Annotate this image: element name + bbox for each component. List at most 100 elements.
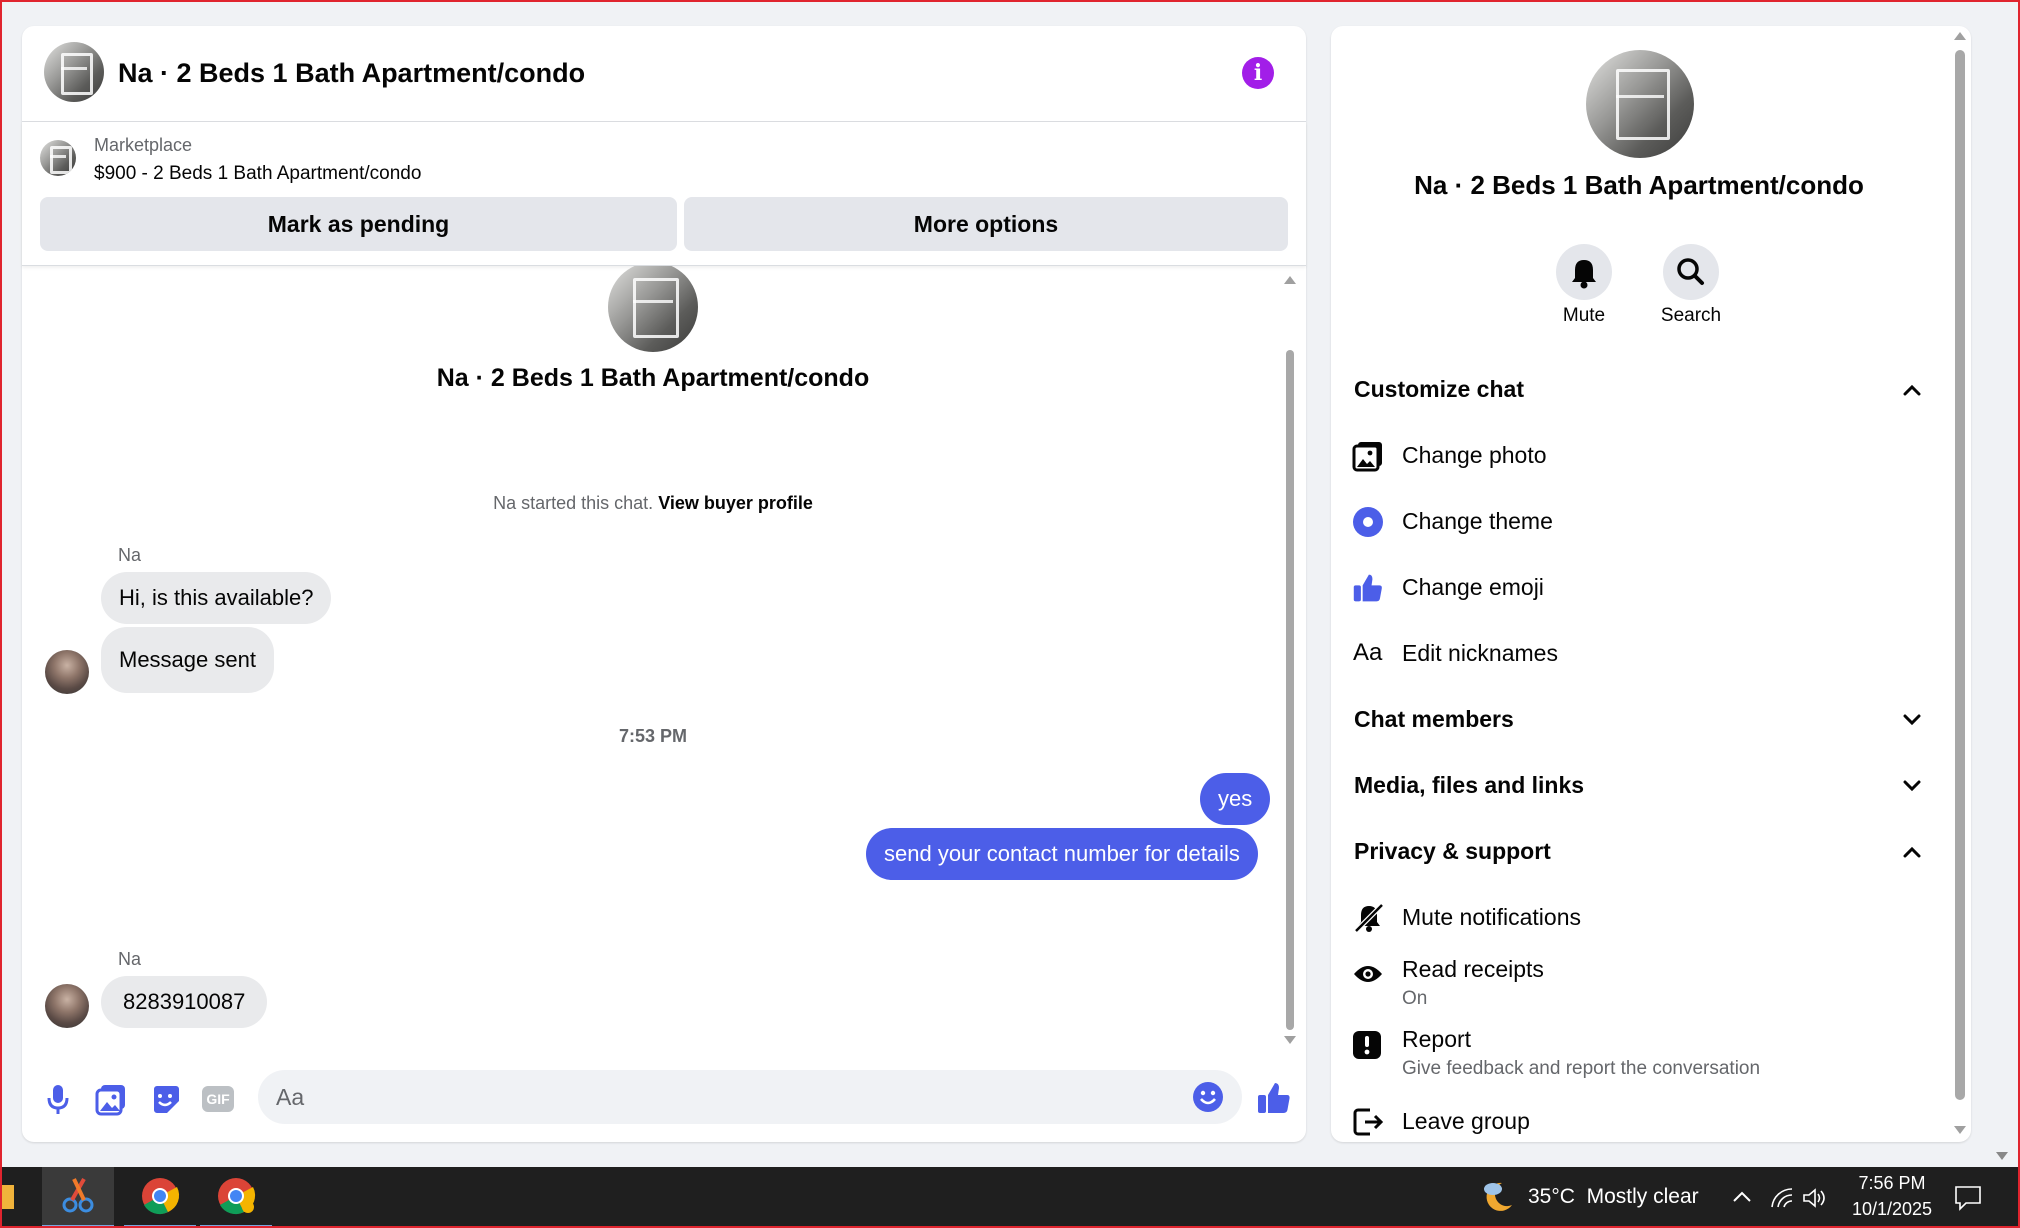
scissors-icon xyxy=(62,1178,94,1213)
chat-scrollbar-thumb[interactable] xyxy=(1286,350,1294,1030)
nickname-icon: Aa xyxy=(1353,639,1383,666)
sidebar-avatar[interactable] xyxy=(1586,50,1694,158)
sidebar-scrollbar[interactable] xyxy=(1952,30,1968,1142)
listing-thumbnail[interactable] xyxy=(40,140,76,176)
chat-start-notice: Na started this chat. View buyer profile xyxy=(22,493,1284,514)
change-photo-label: Change photo xyxy=(1402,442,1547,468)
scroll-down-arrow-icon[interactable] xyxy=(1282,1034,1298,1046)
mute-notifications-item[interactable]: Mute notifications xyxy=(1340,898,1940,938)
message-input[interactable]: Aa xyxy=(258,1070,1242,1124)
chevron-down-icon xyxy=(1903,780,1921,792)
report-item[interactable]: Report Give feedback and report the conv… xyxy=(1340,1022,1940,1086)
message-bubble[interactable]: 8283910087 xyxy=(101,976,268,1028)
chat-profile-avatar[interactable] xyxy=(608,266,698,352)
change-photo-item[interactable]: Change photo xyxy=(1340,436,1940,476)
privacy-support-title: Privacy & support xyxy=(1354,838,1551,864)
mark-as-pending-button[interactable]: Mark as pending xyxy=(40,197,677,251)
report-description: Give feedback and report the conversatio… xyxy=(1402,1058,1761,1079)
mute-button[interactable] xyxy=(1556,244,1612,300)
chat-members-header[interactable]: Chat members xyxy=(1340,700,1940,740)
report-label: Report xyxy=(1402,1026,1472,1052)
like-icon[interactable] xyxy=(1256,1080,1292,1116)
media-files-links-header[interactable]: Media, files and links xyxy=(1340,766,1940,806)
volume-icon[interactable] xyxy=(1802,1187,1828,1209)
clock-date[interactable]: 10/1/2025 xyxy=(1840,1199,1944,1220)
outgoing-message-bubble[interactable]: send your contact number for details xyxy=(866,828,1258,880)
sticker-icon[interactable] xyxy=(148,1082,182,1116)
emoji-icon[interactable] xyxy=(1192,1081,1224,1113)
image-gallery-icon[interactable] xyxy=(94,1082,128,1116)
message-input-placeholder: Aa xyxy=(276,1084,305,1110)
chat-scrollbar[interactable] xyxy=(1282,270,1298,1050)
taskbar-app-chrome-profile[interactable] xyxy=(200,1167,272,1228)
listing-source: Marketplace xyxy=(94,135,193,155)
sidebar-name: Na · 2 Beds 1 Bath Apartment/condo xyxy=(1414,170,1864,200)
more-options-button[interactable]: More options xyxy=(684,197,1288,251)
listing-avatar[interactable] xyxy=(44,42,104,102)
theme-icon xyxy=(1353,507,1383,537)
taskbar-app-snipping-tool[interactable] xyxy=(42,1167,114,1228)
eye-icon xyxy=(1354,966,1382,982)
notification-icon[interactable] xyxy=(1954,1185,1982,1211)
customize-chat-title: Customize chat xyxy=(1354,376,1524,402)
scroll-up-arrow-icon[interactable] xyxy=(1282,274,1298,286)
microphone-icon[interactable] xyxy=(42,1082,74,1116)
network-icon[interactable] xyxy=(1770,1187,1794,1209)
sender-avatar[interactable] xyxy=(45,650,89,694)
composer: GIF Aa xyxy=(22,1060,1306,1142)
bell-icon xyxy=(1572,260,1596,289)
view-buyer-profile-link[interactable]: View buyer profile xyxy=(658,493,813,513)
taskbar-app-chrome[interactable] xyxy=(124,1167,196,1228)
chat-title[interactable]: Na · 2 Beds 1 Bath Apartment/condo xyxy=(118,58,585,89)
leave-group-label: Leave group xyxy=(1402,1108,1530,1134)
gif-icon[interactable]: GIF xyxy=(202,1086,234,1112)
edit-nicknames-label: Edit nicknames xyxy=(1402,640,1558,666)
bell-off-icon xyxy=(1354,903,1384,933)
start-button[interactable] xyxy=(0,1185,14,1209)
read-receipts-label: Read receipts xyxy=(1402,956,1544,982)
customize-chat-header[interactable]: Customize chat xyxy=(1340,370,1940,410)
read-receipts-item[interactable]: Read receipts On xyxy=(1340,952,1940,1016)
chrome-icon xyxy=(218,1178,256,1215)
search-label: Search xyxy=(1660,305,1722,326)
privacy-support-header[interactable]: Privacy & support xyxy=(1340,832,1940,872)
chat-header: Na · 2 Beds 1 Bath Apartment/condo i xyxy=(22,26,1306,122)
scroll-down-arrow-icon[interactable] xyxy=(1952,1124,1968,1136)
read-receipts-state: On xyxy=(1402,988,1428,1009)
listing-summary[interactable]: $900 - 2 Beds 1 Bath Apartment/condo xyxy=(94,163,421,185)
info-icon[interactable]: i xyxy=(1242,57,1274,89)
change-emoji-label: Change emoji xyxy=(1402,574,1544,600)
search-button[interactable] xyxy=(1663,244,1719,300)
chrome-icon xyxy=(142,1178,180,1215)
sidebar-scrollbar-thumb[interactable] xyxy=(1955,50,1965,1100)
sender-name: Na xyxy=(118,545,142,565)
edit-nicknames-item[interactable]: Aa Edit nicknames xyxy=(1340,634,1940,674)
message-bubble[interactable]: Hi, is this available? xyxy=(101,572,332,624)
chevron-up-icon[interactable] xyxy=(1730,1187,1754,1207)
media-files-links-title: Media, files and links xyxy=(1354,772,1585,798)
weather-moon-icon[interactable] xyxy=(1480,1179,1516,1215)
clock-time[interactable]: 7:56 PM xyxy=(1840,1173,1944,1194)
taskbar: 35°C Mostly clear 7:56 PM 10/1/2025 xyxy=(0,1167,2020,1228)
sender-avatar[interactable] xyxy=(45,984,89,1028)
message-bubble[interactable]: Message sent xyxy=(101,627,274,693)
message-timestamp: 7:53 PM xyxy=(618,726,688,746)
change-theme-item[interactable]: Change theme xyxy=(1340,502,1940,542)
mute-label: Mute xyxy=(1562,305,1606,326)
weather-text[interactable]: 35°C Mostly clear xyxy=(1528,1185,1699,1209)
page-scroll-up-icon[interactable] xyxy=(1994,1150,2010,1162)
scroll-up-arrow-icon[interactable] xyxy=(1952,30,1968,42)
chevron-down-icon xyxy=(1903,714,1921,726)
report-icon xyxy=(1353,1031,1381,1059)
chat-members-title: Chat members xyxy=(1354,706,1514,732)
photo-icon xyxy=(1352,442,1382,472)
thumbs-up-icon xyxy=(1353,574,1382,602)
chevron-up-icon xyxy=(1903,846,1921,858)
change-emoji-item[interactable]: Change emoji xyxy=(1340,568,1940,608)
chat-profile-name: Na · 2 Beds 1 Bath Apartment/condo xyxy=(436,364,870,392)
leave-group-item[interactable]: Leave group xyxy=(1340,1102,1940,1142)
search-icon xyxy=(1677,258,1704,285)
outgoing-message-bubble[interactable]: yes xyxy=(1200,773,1271,825)
chevron-up-icon xyxy=(1903,384,1921,396)
sender-name: Na xyxy=(118,949,142,969)
